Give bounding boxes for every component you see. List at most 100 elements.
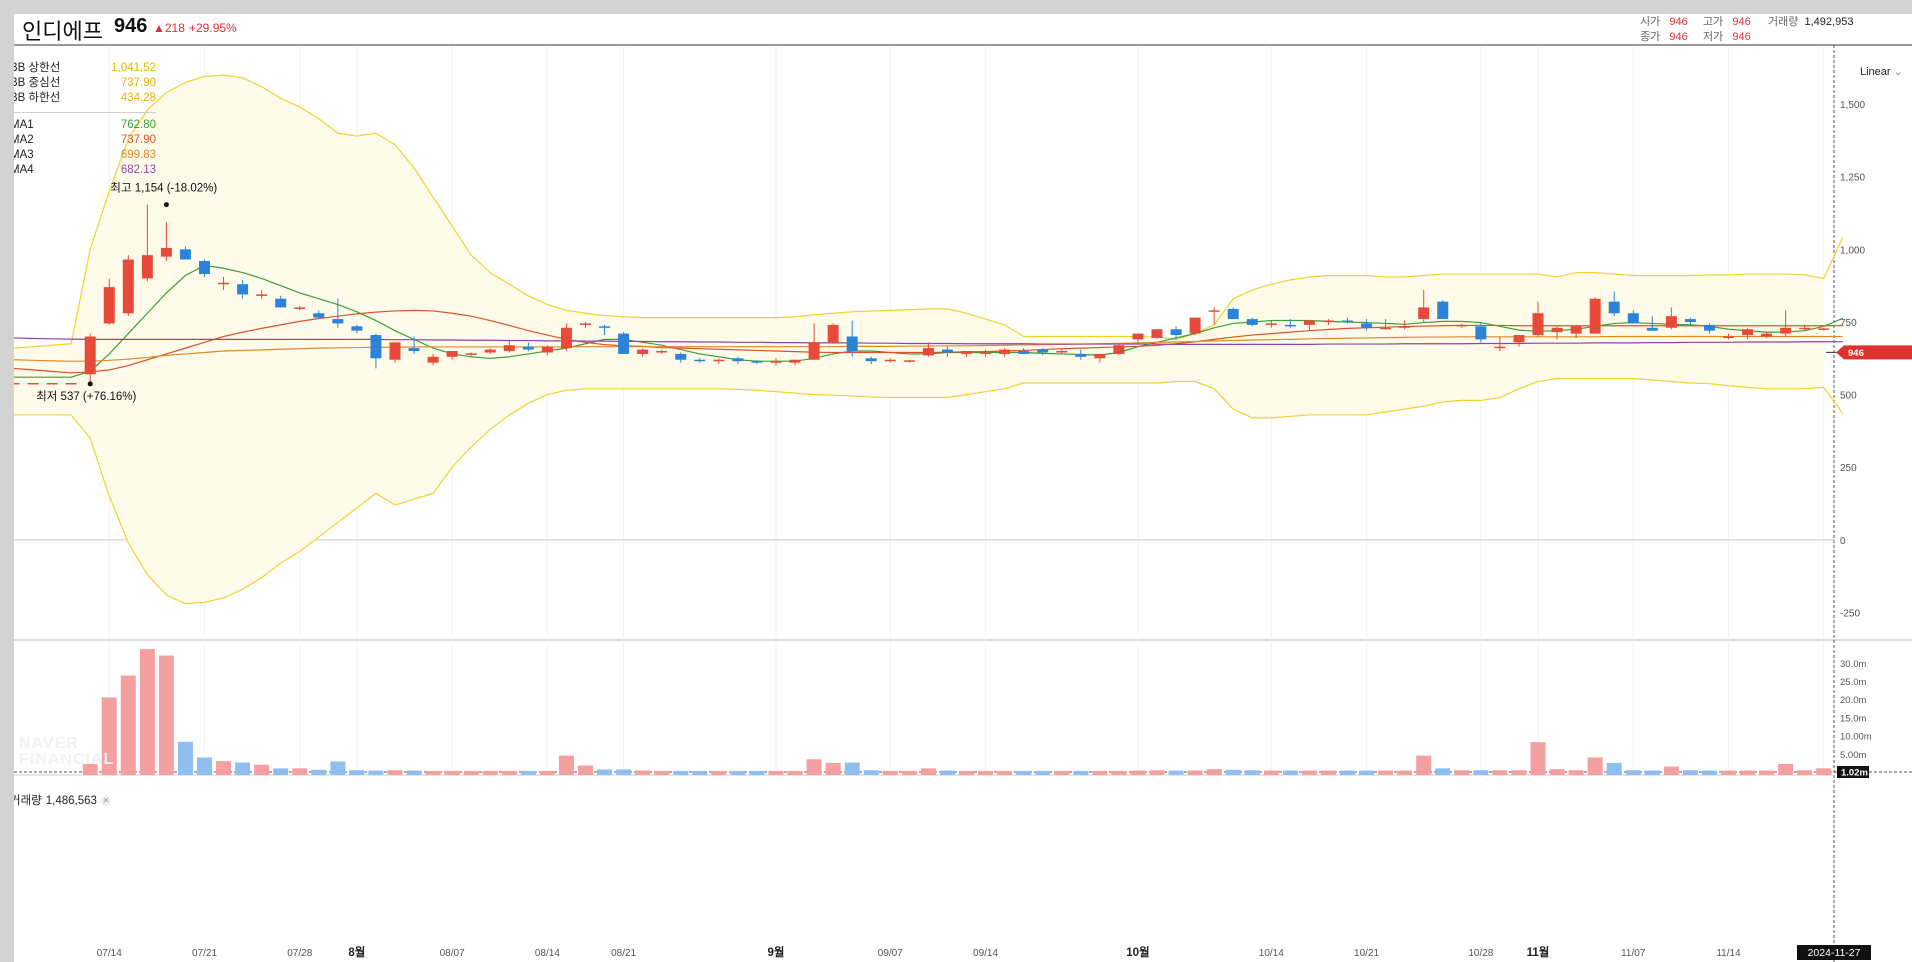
legend-ma4[interactable]: MA4 682.13 [14,163,156,178]
candle-body [408,348,420,352]
annotation-dot [87,381,93,387]
legend-ma3[interactable]: MA3 699.83 [14,148,156,163]
x-axis-tick: 08/14 [535,948,560,959]
legend-ma1[interactable]: MA1 762.80 [14,118,156,133]
ohlc-high-value: 946 [1732,16,1751,28]
price-axis-tick: 1,000 [1840,245,1865,256]
candle-body [1018,351,1030,354]
legend-bb-upper[interactable]: BB 상한선 1,041.52 [14,61,156,76]
volume-bar [1225,769,1241,775]
candle-body [541,346,553,353]
volume-bar [273,768,289,775]
volume-bar [1721,770,1736,775]
volume-bar [768,770,784,775]
candle-body [637,349,649,354]
chart-frame: 최고 1,154 (-18.02%) 최저 537 (+76.16%) 1,500 1… [14,14,1912,962]
candle-body [522,346,534,350]
price-axis-tick: 750 [1840,318,1857,329]
volume-legend-label: 거래량 [14,795,42,807]
volume-bar [558,755,574,775]
legend-value: 737.90 [120,77,156,89]
candle-body [1380,327,1392,330]
legend-ma2[interactable]: MA2 737.90 [14,133,156,148]
volume-bar [216,761,232,775]
scale-type-dropdown[interactable]: Linear ⌄ [1860,65,1903,78]
candle-body [808,342,820,360]
ohlc-close: 종가 946 [1640,28,1688,44]
legend-divider [14,112,156,113]
watermark-line: FINANCIAL [19,751,115,768]
current-price-tag-label: 946 [1848,348,1864,359]
volume-bar [1701,770,1717,775]
annotation-value: 537 (+76.16%) [61,391,137,403]
volume-bar [1568,770,1584,775]
legend-name: BB 하한선 [14,92,61,104]
x-axis-tick: 10/28 [1468,948,1493,959]
x-axis-tick: 07/14 [97,948,122,959]
candle-body [675,353,687,360]
candle-body [1132,333,1144,340]
volume-bar [1282,770,1298,775]
annotation-title: 최고 [110,182,134,195]
legend-value: 762.80 [120,119,156,131]
x-axis-tick: 11/07 [1621,948,1646,959]
chart-svg[interactable]: 최고 1,154 (-18.02%) 최저 537 (+76.16%) 1,500 1… [14,14,1912,962]
candle-body [1551,327,1563,333]
candle-body [1513,335,1525,343]
price-axis-tick: 0 [1840,536,1846,547]
chevron-down-icon: ⌄ [1893,66,1903,78]
watermark-line: NAVER [19,735,79,752]
ohlc-close-label: 종가 [1640,31,1661,43]
legend-value: 699.83 [120,149,156,161]
volume-bar [730,770,746,775]
volume-bar [1168,770,1184,775]
legend-name: MA3 [14,149,34,161]
legend-bb-lower[interactable]: BB 하한선 434.28 [14,91,156,106]
candle-body [922,348,934,356]
candle-body [370,335,382,359]
volume-bar [1397,770,1413,775]
ohlc-low-label: 저가 [1703,31,1724,43]
ohlc-open: 시가 946 [1640,14,1688,29]
header-volume: 거래량 1,492,953 [1768,14,1853,29]
volume-bar [139,649,155,775]
volume-bar [1035,770,1051,775]
close-icon[interactable]: ✕ [100,795,111,806]
volume-legend: 거래량 1,486,563 ✕ [14,792,115,808]
candle [46,382,58,385]
stock-name: 인디에프 [22,19,103,44]
volume-bar [978,770,994,775]
candle-body [294,307,306,309]
current-date-tag-label: 2024-11-27 [1808,947,1861,959]
x-axis-tick: 09/07 [878,948,903,959]
candle-body [941,349,953,353]
volume-bar [616,769,632,775]
legend-value: 434.28 [120,92,156,104]
candle-body [427,356,439,363]
candle-body [332,319,344,324]
volume-bar [482,770,498,775]
x-axis-tick: 10/14 [1259,948,1284,959]
legend-bb-middle[interactable]: BB 중심선 737.90 [14,76,156,91]
candle-body [122,259,134,314]
annotation-title: 최저 [36,390,60,403]
candle [1113,343,1125,356]
candle-body [999,349,1011,354]
price-axis-tick: -250 [1840,608,1860,619]
volume-bar [1244,770,1260,775]
volume-bar [578,765,593,775]
volume-bar [1016,770,1032,775]
candle-body [789,359,801,363]
candle-body [446,351,458,357]
candle-body [1094,353,1106,359]
legend-value: 737.90 [120,134,156,146]
volume-bar [387,770,403,775]
volume-axis-tick: 20.0m [1840,695,1866,706]
volume-bar [1682,770,1698,775]
indicator-legend: BB 상한선 1,041.52 BB 중심선 737.90 BB 하한선 434.28… [14,61,156,178]
candle-body [1703,324,1715,331]
candle-body [1361,323,1373,328]
candle-body [465,353,477,355]
legend-name: MA1 [14,119,34,131]
volume-bar [997,770,1013,775]
